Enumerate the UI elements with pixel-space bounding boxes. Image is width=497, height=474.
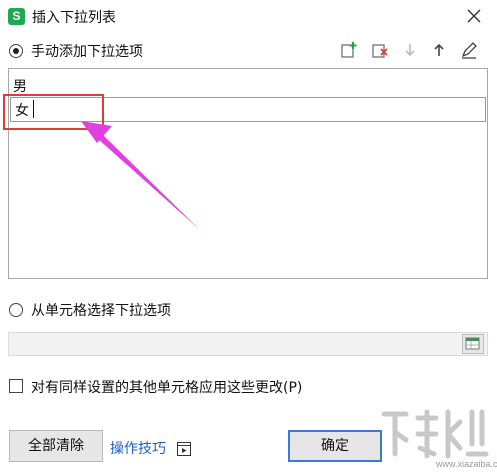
apply-all-label: 对有同样设置的其他单元格应用这些更改(P) bbox=[31, 380, 303, 396]
clear-all-button[interactable]: 全部清除 bbox=[9, 430, 103, 462]
move-up-icon[interactable] bbox=[429, 40, 449, 60]
delete-item-icon[interactable] bbox=[370, 40, 390, 60]
tips-link[interactable]: 操作技巧 bbox=[110, 438, 166, 458]
watermark-logo-icon bbox=[381, 409, 489, 459]
watermark-text: www.xiazaiba.com bbox=[436, 459, 497, 469]
list-item[interactable]: 男 bbox=[13, 76, 27, 96]
from-cells-label: 从单元格选择下拉选项 bbox=[31, 303, 171, 319]
window-title: 插入下拉列表 bbox=[32, 10, 116, 26]
apply-all-checkbox[interactable] bbox=[9, 379, 23, 393]
cell-range-field bbox=[8, 332, 488, 356]
cell-select-button[interactable] bbox=[462, 334, 484, 354]
add-item-icon[interactable] bbox=[339, 40, 359, 60]
move-down-icon[interactable] bbox=[400, 40, 420, 60]
close-icon[interactable] bbox=[462, 4, 486, 28]
manual-option-radio[interactable] bbox=[9, 44, 23, 58]
video-icon[interactable] bbox=[177, 442, 191, 456]
edit-icon[interactable] bbox=[459, 40, 479, 60]
manual-option-label: 手动添加下拉选项 bbox=[31, 44, 143, 60]
app-logo-icon: S bbox=[8, 8, 25, 25]
annotation-highlight-box bbox=[3, 94, 104, 130]
ok-button[interactable]: 确定 bbox=[288, 430, 382, 462]
range-select-icon bbox=[465, 337, 480, 350]
from-cells-radio[interactable] bbox=[9, 303, 23, 317]
title-bar: S 插入下拉列表 bbox=[0, 0, 497, 32]
